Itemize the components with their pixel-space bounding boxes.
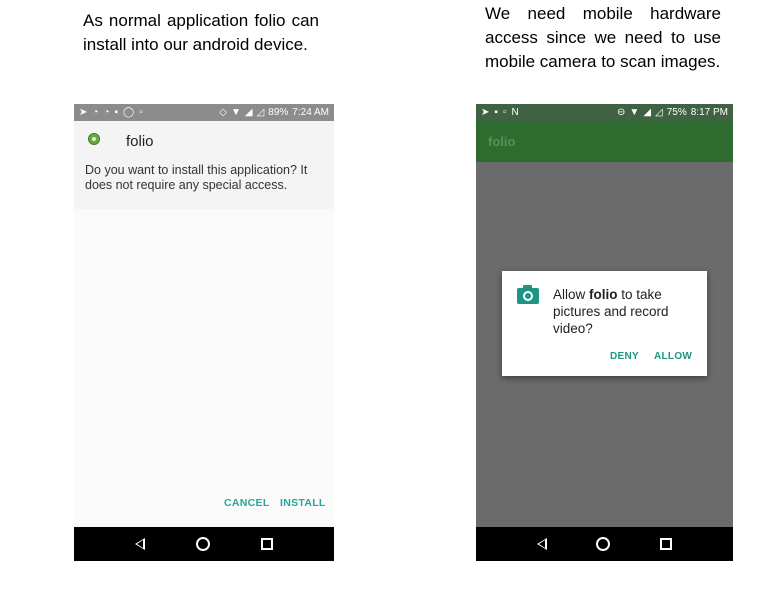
image-icon: ▫: [139, 106, 143, 118]
permission-prefix: Allow: [553, 287, 590, 302]
status-bar: ➤ ◔ ◔ ▪ ◯ ▫ ◇ ▼ ◢ ◿ 89% 7:24 AM: [74, 104, 334, 121]
home-icon[interactable]: [195, 537, 210, 551]
signal-icon: ◢: [244, 106, 253, 118]
install-header: folio Do you want to install this applic…: [74, 121, 334, 209]
wifi-icon: ▼: [230, 106, 241, 118]
nav-bar: [476, 527, 733, 561]
image-icon: ▫: [502, 106, 507, 118]
notification-icon: ◔: [92, 106, 99, 118]
nav-bar: [74, 527, 334, 561]
phone-install-screen: ➤ ◔ ◔ ▪ ◯ ▫ ◇ ▼ ◢ ◿ 89% 7:24 AM folio Do…: [74, 104, 334, 561]
install-body: [74, 209, 334, 527]
allow-button[interactable]: ALLOW: [654, 351, 692, 362]
permission-dialog: Allow folio to take pictures and record …: [502, 271, 707, 376]
battery-icon: ◿: [256, 106, 265, 118]
app-title: folio: [126, 133, 154, 150]
caption-right: We need mobile hardware access since we …: [485, 4, 721, 71]
app-toolbar: folio: [476, 121, 733, 162]
toolbar-title: folio: [488, 134, 516, 149]
send-icon: ➤: [481, 106, 490, 118]
status-bar: ➤ ▪ ▫ N ⊖ ▼ ◢ ◿ 75% 8:17 PM: [476, 104, 733, 121]
status-time: 7:24 AM: [292, 107, 329, 118]
sync-icon: ◇: [219, 106, 227, 118]
battery-icon: ◿: [655, 106, 663, 118]
notification-icon: ◔: [103, 106, 110, 118]
recents-icon[interactable]: [260, 538, 273, 550]
wifi-icon: ▼: [629, 106, 640, 118]
app-icon: [88, 133, 100, 145]
dnd-icon: ⊖: [617, 106, 626, 118]
permission-app-name: folio: [589, 287, 618, 302]
message-icon: ▪: [494, 106, 498, 118]
chat-icon: ◯: [123, 106, 135, 118]
permission-message: Allow folio to take pictures and record …: [553, 286, 693, 337]
signal-icon: ◢: [643, 106, 652, 118]
back-icon[interactable]: [536, 538, 547, 550]
home-icon[interactable]: [596, 537, 611, 551]
install-button[interactable]: INSTALL: [280, 497, 326, 509]
battery-level: 89%: [268, 107, 289, 118]
nfc-icon: N: [511, 106, 519, 118]
cancel-button[interactable]: CANCEL: [224, 497, 270, 509]
caption-left: As normal application folio can install …: [83, 11, 319, 54]
phone-permission-screen: ➤ ▪ ▫ N ⊖ ▼ ◢ ◿ 75% 8:17 PM folio Allow …: [476, 104, 733, 561]
status-time: 8:17 PM: [690, 107, 728, 118]
message-icon: ▪: [114, 106, 119, 118]
recents-icon[interactable]: [660, 538, 673, 550]
deny-button[interactable]: DENY: [610, 351, 639, 362]
send-icon: ➤: [79, 106, 88, 118]
camera-icon: [517, 285, 539, 304]
battery-level: 75%: [666, 107, 687, 118]
back-icon[interactable]: [135, 538, 146, 550]
install-message: Do you want to install this application?…: [85, 163, 308, 192]
